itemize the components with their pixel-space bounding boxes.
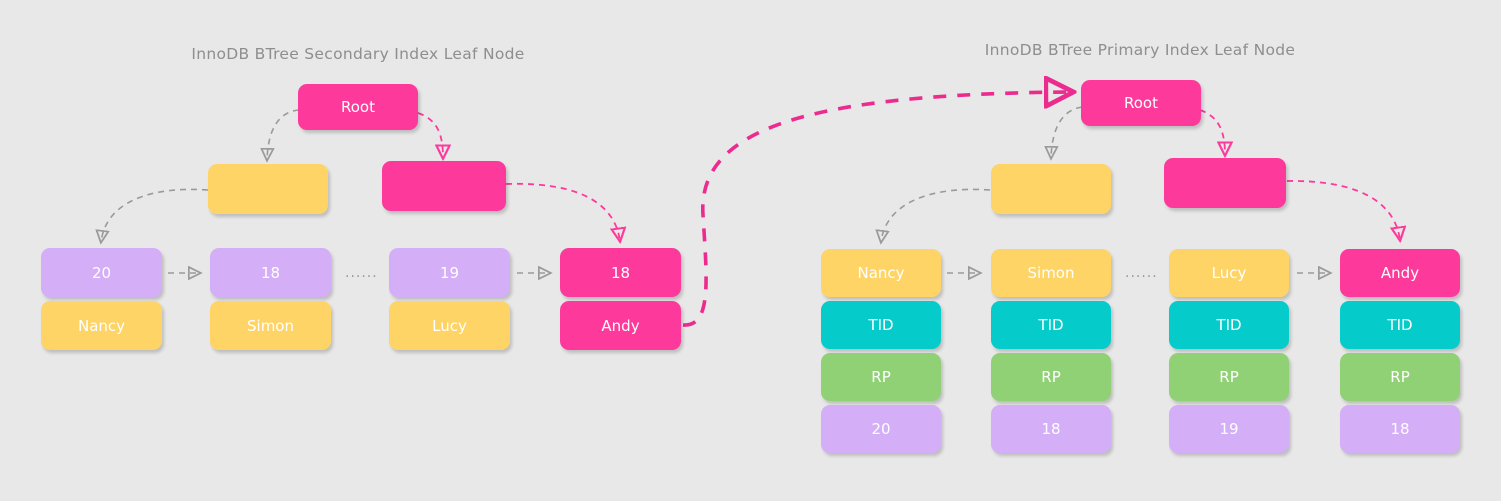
secondary-leaf-4-value-label: Andy — [601, 316, 640, 335]
secondary-leaf-ellipsis: ...... — [345, 265, 378, 281]
secondary-leaf-3-key[interactable]: 19 — [389, 248, 510, 297]
secondary-internal-node-right[interactable] — [382, 161, 506, 211]
primary-leaf-2-tid[interactable]: TID — [991, 301, 1111, 349]
primary-leaf-3-tid[interactable]: TID — [1169, 301, 1289, 349]
primary-leaf-4-name[interactable]: Andy — [1340, 249, 1460, 297]
secondary-leaf-4-key[interactable]: 18 — [560, 248, 681, 297]
primary-leaf-1-name[interactable]: Nancy — [821, 249, 941, 297]
primary-root-node[interactable]: Root — [1081, 80, 1201, 126]
primary-leaf-3-key-label: 19 — [1219, 420, 1239, 438]
secondary-leaf-1-key[interactable]: 20 — [41, 248, 162, 297]
secondary-index-title: InnoDB BTree Secondary Index Leaf Node — [191, 45, 525, 63]
primary-leaf-3-key[interactable]: 19 — [1169, 405, 1289, 453]
primary-leaf-1-tid-label: TID — [868, 316, 894, 334]
edge-internal-right-to-leaf4-secondary — [505, 182, 620, 241]
secondary-leaf-1-key-label: 20 — [91, 263, 112, 282]
diagram-canvas: InnoDB BTree Secondary Index Leaf Node R… — [0, 0, 1501, 501]
secondary-leaf-2-value-label: Simon — [247, 316, 294, 335]
primary-index-title: InnoDB BTree Primary Index Leaf Node — [984, 41, 1296, 59]
primary-leaf-3-name[interactable]: Lucy — [1169, 249, 1289, 297]
secondary-leaf-1-value-label: Nancy — [77, 316, 126, 335]
edge-root-to-internal-right-primary — [1199, 109, 1225, 155]
secondary-leaf-1-value[interactable]: Nancy — [41, 301, 162, 350]
primary-leaf-1-key-label: 20 — [871, 420, 891, 438]
edge-internal-left-to-leaf1-primary — [881, 188, 991, 242]
primary-leaf-2-rp-label: RP — [1041, 368, 1061, 386]
primary-leaf-3-name-label: Lucy — [1211, 264, 1247, 282]
primary-leaf-1-rp[interactable]: RP — [821, 353, 941, 401]
primary-internal-node-left[interactable] — [991, 164, 1111, 214]
secondary-root-label: Root — [341, 98, 375, 116]
primary-internal-node-right[interactable] — [1164, 158, 1286, 208]
primary-leaf-3-rp-label: RP — [1219, 368, 1239, 386]
edge-internal-left-to-leaf1-secondary — [101, 188, 209, 242]
primary-leaf-2-key-label: 18 — [1041, 420, 1061, 438]
primary-root-label: Root — [1124, 94, 1158, 112]
edge-root-to-internal-left-secondary — [267, 109, 300, 160]
primary-leaf-2-name[interactable]: Simon — [991, 249, 1111, 297]
secondary-leaf-2-value[interactable]: Simon — [210, 301, 331, 350]
primary-leaf-2-rp[interactable]: RP — [991, 353, 1111, 401]
primary-leaf-4-rp-label: RP — [1390, 368, 1410, 386]
secondary-leaf-2-key[interactable]: 18 — [210, 248, 331, 297]
secondary-root-node[interactable]: Root — [298, 84, 418, 130]
primary-leaf-4-tid[interactable]: TID — [1340, 301, 1460, 349]
secondary-leaf-3-value-label: Lucy — [432, 316, 467, 335]
primary-leaf-3-tid-label: TID — [1216, 316, 1242, 334]
primary-leaf-1-name-label: Nancy — [857, 264, 905, 282]
primary-leaf-4-tid-label: TID — [1387, 316, 1413, 334]
secondary-leaf-3-key-label: 19 — [439, 263, 460, 282]
primary-leaf-2-key[interactable]: 18 — [991, 405, 1111, 453]
primary-leaf-4-key[interactable]: 18 — [1340, 405, 1460, 453]
primary-leaf-4-key-label: 18 — [1390, 420, 1410, 438]
edge-internal-right-to-leaf4-primary — [1286, 180, 1400, 240]
edge-root-to-internal-left-primary — [1051, 106, 1083, 158]
primary-leaf-2-name-label: Simon — [1027, 264, 1075, 282]
primary-leaf-2-tid-label: TID — [1038, 316, 1064, 334]
primary-leaf-ellipsis: ...... — [1125, 265, 1158, 281]
primary-leaf-1-rp-label: RP — [871, 368, 891, 386]
primary-leaf-1-key[interactable]: 20 — [821, 405, 941, 453]
secondary-leaf-3-value[interactable]: Lucy — [389, 301, 510, 350]
primary-leaf-4-name-label: Andy — [1380, 264, 1420, 282]
secondary-leaf-4-key-label: 18 — [610, 263, 631, 282]
secondary-leaf-2-key-label: 18 — [260, 263, 281, 282]
primary-leaf-4-rp[interactable]: RP — [1340, 353, 1460, 401]
secondary-internal-node-left[interactable] — [208, 164, 328, 214]
edge-root-to-internal-right-secondary — [417, 112, 443, 158]
secondary-leaf-4-value[interactable]: Andy — [560, 301, 681, 350]
primary-leaf-1-tid[interactable]: TID — [821, 301, 941, 349]
primary-leaf-3-rp[interactable]: RP — [1169, 353, 1289, 401]
